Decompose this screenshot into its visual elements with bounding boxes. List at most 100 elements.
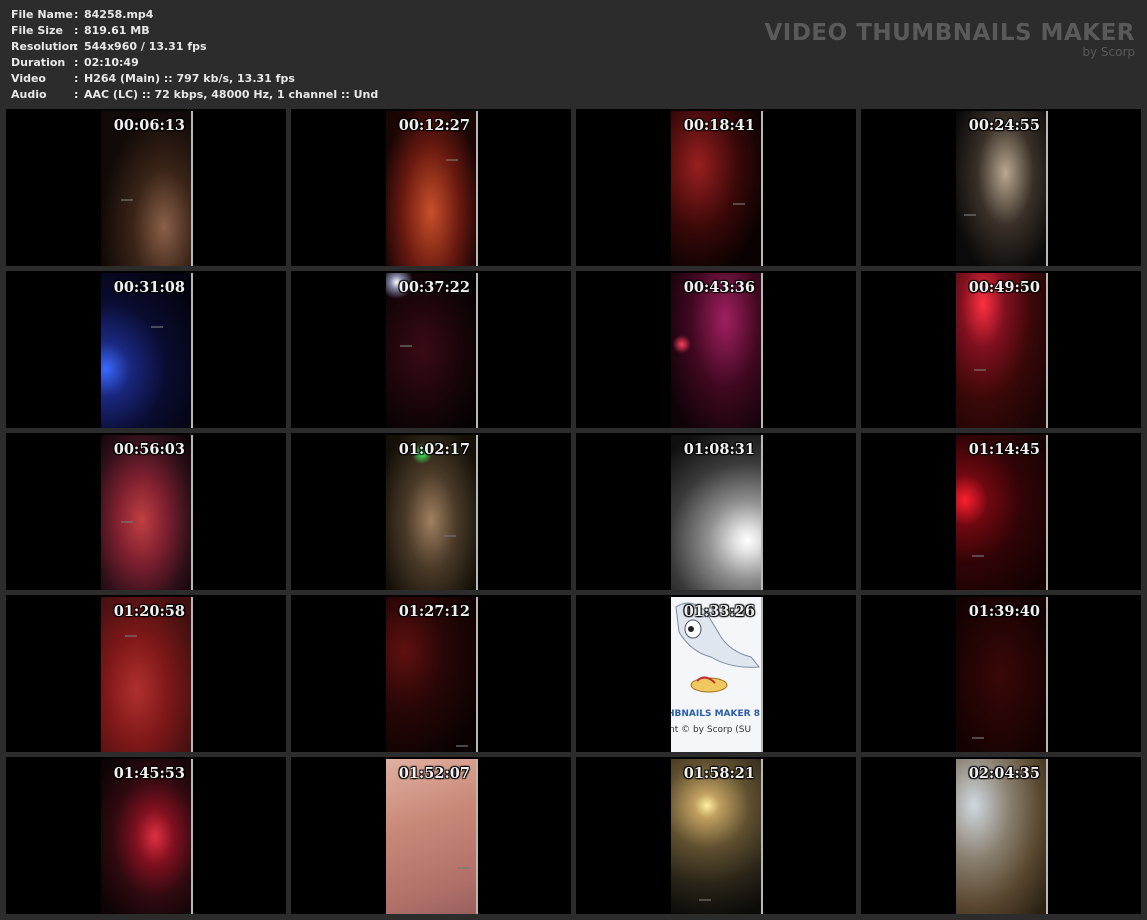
info-key: Audio	[11, 88, 47, 101]
video-frame: 00:56:03	[101, 435, 193, 590]
info-row-video: Video : H264 (Main) :: 797 kb/s, 13.31 f…	[11, 71, 378, 87]
info-sep: :	[74, 56, 79, 69]
thumbnail-cell: 01:58:21	[576, 757, 856, 914]
timestamp: 01:45:53	[113, 765, 185, 782]
watermark-mark	[446, 159, 458, 161]
watermark-mark	[121, 199, 133, 201]
timestamp: 01:58:21	[683, 765, 755, 782]
watermark-mark	[964, 214, 976, 216]
timestamp: 01:20:58	[113, 603, 185, 620]
thumbnail-cell: HBNAILS MAKER 8 nt © by Scorp (SU 01:33:…	[576, 595, 856, 752]
video-frame: 00:37:22	[386, 273, 478, 428]
info-key: Resolution	[11, 40, 78, 53]
header: File Name : 84258.mp4 File Size : 819.61…	[0, 0, 1147, 108]
watermark-mark	[972, 737, 984, 739]
thumbnail-cell: 01:02:17	[291, 433, 571, 590]
timestamp: 01:52:07	[398, 765, 470, 782]
video-frame: 00:43:36	[671, 273, 763, 428]
thumbnail-cell: 00:49:50	[861, 271, 1141, 428]
watermark-mark	[151, 326, 163, 328]
info-row-audio: Audio : AAC (LC) :: 72 kbps, 48000 Hz, 1…	[11, 87, 378, 103]
video-frame: 00:12:27	[386, 111, 478, 266]
timestamp: 01:02:17	[398, 441, 470, 458]
video-frame: 01:52:07	[386, 759, 478, 914]
thumbnail-cell: 01:45:53	[6, 757, 286, 914]
brand-subtitle: by Scorp	[1082, 45, 1135, 59]
file-info: File Name : 84258.mp4 File Size : 819.61…	[11, 7, 378, 103]
watermark-mark	[733, 203, 745, 205]
info-value: H264 (Main) :: 797 kb/s, 13.31 fps	[84, 72, 295, 85]
watermark-mark	[699, 899, 711, 901]
info-key: Duration	[11, 56, 66, 69]
thumbnail-cell: 02:04:35	[861, 757, 1141, 914]
watermark-mark	[456, 745, 468, 747]
timestamp: 01:08:31	[683, 441, 755, 458]
timestamp: 00:31:08	[113, 279, 185, 296]
timestamp: 01:33:26	[683, 603, 755, 620]
timestamp: 00:43:36	[683, 279, 755, 296]
info-row-duration: Duration : 02:10:49	[11, 55, 378, 71]
info-value: 819.61 MB	[84, 24, 150, 37]
info-sep: :	[74, 8, 79, 21]
info-row-file-size: File Size : 819.61 MB	[11, 23, 378, 39]
video-frame: 00:18:41	[671, 111, 763, 266]
timestamp: 02:04:35	[968, 765, 1040, 782]
timestamp: 00:24:55	[968, 117, 1040, 134]
info-value: 84258.mp4	[84, 8, 154, 21]
timestamp: 00:56:03	[113, 441, 185, 458]
info-value: 544x960 / 13.31 fps	[84, 40, 207, 53]
video-frame: 02:04:35	[956, 759, 1048, 914]
video-frame: 00:49:50	[956, 273, 1048, 428]
video-frame: 00:06:13	[101, 111, 193, 266]
watermark-mark	[444, 535, 456, 537]
thumbnail-grid: 00:06:13 00:12:27 00:18:41 00:24:55 00:3…	[6, 109, 1141, 914]
thumbnail-cell: 00:37:22	[291, 271, 571, 428]
video-frame: 01:45:53	[101, 759, 193, 914]
info-sep: :	[74, 40, 79, 53]
timestamp: 01:14:45	[968, 441, 1040, 458]
thumbnail-cell: 01:39:40	[861, 595, 1141, 752]
watermark-mark	[974, 369, 986, 371]
thumbnail-cell: 00:24:55	[861, 109, 1141, 266]
thumbnail-cell: 00:43:36	[576, 271, 856, 428]
video-frame: 01:02:17	[386, 435, 478, 590]
thumbnail-cell: 01:14:45	[861, 433, 1141, 590]
video-frame: 00:24:55	[956, 111, 1048, 266]
thumbnail-cell: 00:12:27	[291, 109, 571, 266]
video-frame: 01:08:31	[671, 435, 763, 590]
watermark-mark	[458, 867, 470, 869]
thumbnail-cell: 00:56:03	[6, 433, 286, 590]
timestamp: 01:39:40	[968, 603, 1040, 620]
brand-title: VIDEO THUMBNAILS MAKER	[764, 20, 1135, 46]
info-sep: :	[74, 88, 79, 101]
thumbnail-cell: 00:06:13	[6, 109, 286, 266]
video-frame: 01:14:45	[956, 435, 1048, 590]
thumbnail-cell: 00:31:08	[6, 271, 286, 428]
info-key: File Size	[11, 24, 63, 37]
timestamp: 00:06:13	[113, 117, 185, 134]
thumbnail-cell: 00:18:41	[576, 109, 856, 266]
video-frame: HBNAILS MAKER 8 nt © by Scorp (SU 01:33:…	[671, 597, 763, 752]
info-row-file-name: File Name : 84258.mp4	[11, 7, 378, 23]
video-frame: 01:27:12	[386, 597, 478, 752]
timestamp: 00:18:41	[683, 117, 755, 134]
thumbnail-cell: 01:52:07	[291, 757, 571, 914]
info-sep: :	[74, 72, 79, 85]
info-row-resolution: Resolution : 544x960 / 13.31 fps	[11, 39, 378, 55]
timestamp: 00:49:50	[968, 279, 1040, 296]
info-value: 02:10:49	[84, 56, 139, 69]
watermark-mark	[125, 635, 137, 637]
watermark-mark	[121, 521, 133, 523]
info-key: Video	[11, 72, 46, 85]
watermark-mark	[701, 571, 713, 573]
watermark-mark	[972, 555, 984, 557]
timestamp: 01:27:12	[398, 603, 470, 620]
watermark-mark	[400, 345, 412, 347]
video-frame: 00:31:08	[101, 273, 193, 428]
thumbnail-cell: 01:27:12	[291, 595, 571, 752]
info-value: AAC (LC) :: 72 kbps, 48000 Hz, 1 channel…	[84, 88, 379, 101]
logo-copyright: nt © by Scorp (SU	[671, 725, 752, 735]
info-sep: :	[74, 24, 79, 37]
brand-logo: VIDEO THUMBNAILS MAKER by Scorp	[764, 20, 1135, 59]
timestamp: 00:12:27	[398, 117, 470, 134]
